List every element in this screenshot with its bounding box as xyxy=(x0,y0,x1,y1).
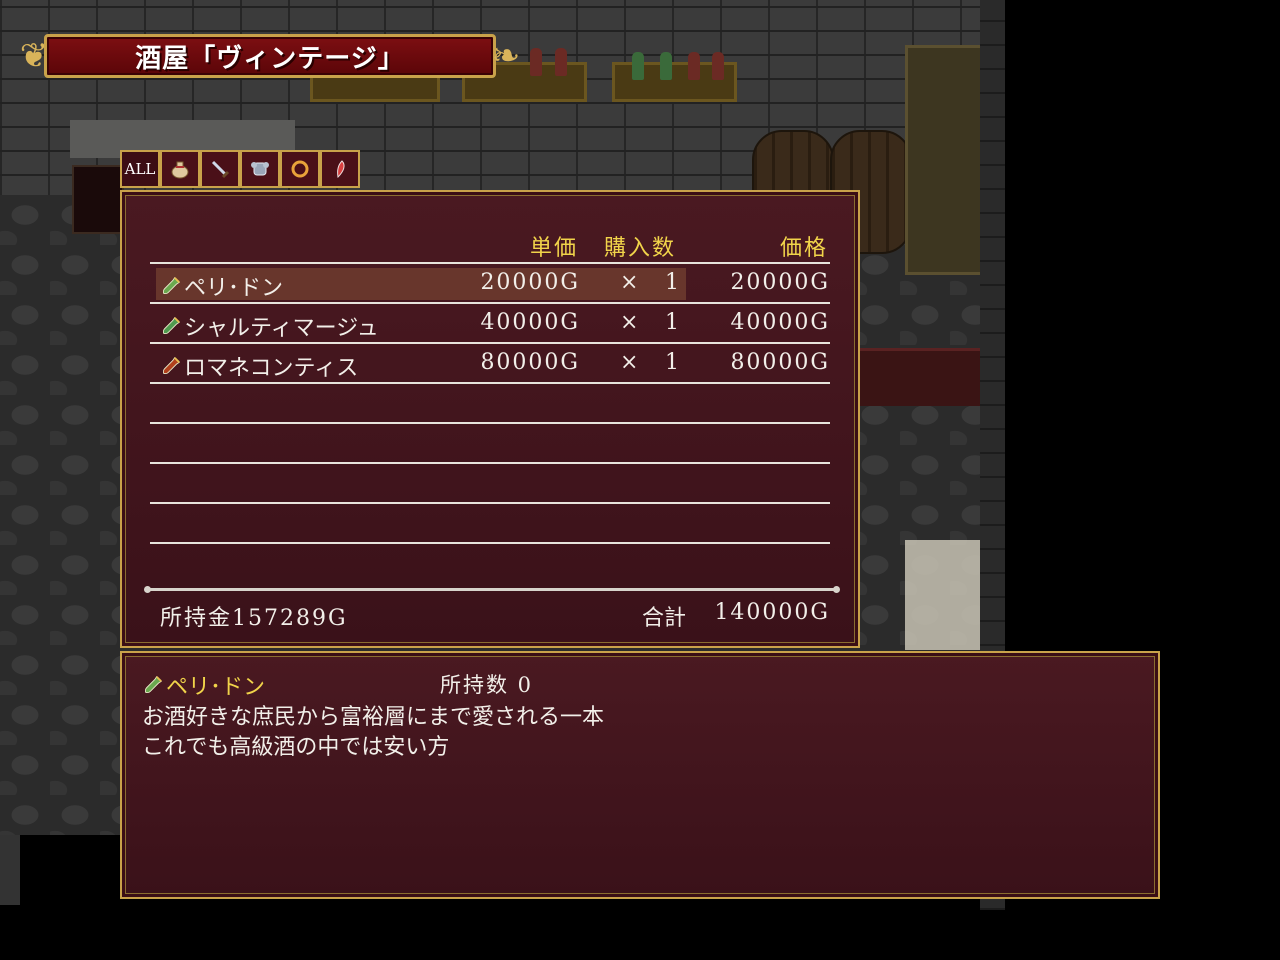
ring-icon xyxy=(291,160,309,178)
table-row[interactable]: シャルティマージュ 40000G × 1 40000G xyxy=(150,304,830,344)
category-tabs: ALL xyxy=(120,150,360,188)
feather-icon xyxy=(337,160,345,179)
shop-title-plate: 酒屋「ヴィンテージ」 xyxy=(44,34,496,78)
item-name: ロマネコンティス xyxy=(184,356,359,381)
table-divider xyxy=(150,542,830,544)
footer-separator xyxy=(144,586,840,593)
line-total: 20000G xyxy=(730,270,830,295)
table-row[interactable]: ペリ･ドン 20000G × 1 20000G xyxy=(150,264,830,304)
tab-armor[interactable] xyxy=(240,150,280,188)
bar-counter xyxy=(855,348,980,406)
wine-bottle-icon xyxy=(162,357,180,375)
purchase-quantity[interactable]: 1 xyxy=(665,270,679,295)
item-name-cell: ロマネコンティス xyxy=(160,350,358,382)
item-name-cell: ペリ･ドン xyxy=(160,270,283,302)
floor-edge xyxy=(0,835,20,905)
description-line: これでも高級酒の中では安い方 xyxy=(142,735,450,760)
table-divider xyxy=(150,382,830,384)
item-description-window: ペリ･ドン 所持数 0 お酒好きな庶民から富裕層にまで愛される一本 これでも高級… xyxy=(120,651,1160,899)
item-name-cell: シャルティマージュ xyxy=(160,310,379,342)
item-name: ペリ･ドン xyxy=(184,276,284,301)
table-divider xyxy=(150,502,830,504)
ornament-icon: ❧ xyxy=(491,36,521,76)
bottle-decor xyxy=(688,52,700,80)
total-label: 合計 xyxy=(642,606,687,631)
wine-cabinet xyxy=(905,45,983,275)
tab-all[interactable]: ALL xyxy=(120,150,160,188)
table-divider xyxy=(150,422,830,424)
bottle-decor xyxy=(632,52,644,80)
bottle-decor xyxy=(712,52,724,80)
selected-item-name: ペリ･ドン xyxy=(142,669,265,701)
wine-bottle-icon xyxy=(162,277,180,295)
wine-bottle-icon xyxy=(144,676,162,694)
unit-price: 20000G xyxy=(480,270,580,295)
multiply-sign: × xyxy=(620,310,639,335)
unit-price: 40000G xyxy=(480,310,580,335)
bottle-decor xyxy=(555,48,567,76)
header-price: 価格 xyxy=(780,236,829,261)
tab-all-label: ALL xyxy=(124,160,156,178)
table-row[interactable]: ロマネコンティス 80000G × 1 80000G xyxy=(150,344,830,384)
tab-weapons[interactable] xyxy=(200,150,240,188)
multiply-sign: × xyxy=(620,350,639,375)
bottle-decor xyxy=(530,48,542,76)
table-divider xyxy=(150,462,830,464)
pouch-icon xyxy=(171,161,189,179)
line-total: 40000G xyxy=(730,310,830,335)
unit-price: 80000G xyxy=(480,350,580,375)
sword-icon xyxy=(211,160,230,179)
bottle-decor xyxy=(660,52,672,80)
tab-items[interactable] xyxy=(160,150,200,188)
owned-count: 所持数 0 xyxy=(440,673,534,697)
tab-misc[interactable] xyxy=(320,150,360,188)
gold-owned: 所持金157289G xyxy=(160,606,348,631)
purchase-quantity[interactable]: 1 xyxy=(665,350,679,375)
multiply-sign: × xyxy=(620,270,639,295)
line-total: 80000G xyxy=(730,350,830,375)
shop-window: 単価 購入数 価格 ペリ･ドン 20000G × 1 20000G シャルティマ… xyxy=(120,190,860,648)
wall-window xyxy=(72,165,124,234)
shop-title: 酒屋「ヴィンテージ」 xyxy=(135,43,405,74)
tab-accessories[interactable] xyxy=(280,150,320,188)
description-line: お酒好きな庶民から富裕層にまで愛される一本 xyxy=(142,705,605,730)
header-unit-price: 単価 xyxy=(530,236,579,261)
item-name: ペリ･ドン xyxy=(166,675,266,700)
armor-icon xyxy=(251,162,269,176)
wine-bottle-icon xyxy=(162,317,180,335)
header-quantity: 購入数 xyxy=(604,236,677,261)
wall-board xyxy=(905,540,980,650)
total-value: 140000G xyxy=(714,600,830,625)
item-name: シャルティマージュ xyxy=(184,316,379,341)
purchase-quantity[interactable]: 1 xyxy=(665,310,679,335)
